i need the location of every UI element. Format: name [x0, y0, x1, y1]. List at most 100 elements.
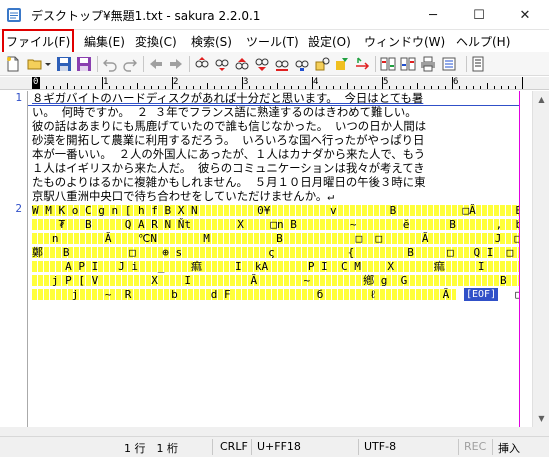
ruler-tick — [193, 86, 194, 89]
ruler-tick — [137, 83, 138, 89]
binary-line: j P [ V X I Ă ~ 鄕 g G B T P O — [32, 273, 520, 288]
menu-file[interactable]: ファイル(F) — [1, 29, 75, 54]
ruler-tick — [144, 86, 145, 89]
menu-help[interactable]: ヘルプ(H) — [456, 33, 510, 50]
new-file-icon[interactable] — [5, 56, 21, 72]
ruler-tick — [319, 86, 320, 89]
minimize-button[interactable]: ─ — [410, 0, 456, 30]
ruler-tick — [326, 86, 327, 89]
redo-icon[interactable] — [122, 56, 138, 72]
line-ending[interactable]: CRLF — [220, 440, 248, 453]
search-previous-icon[interactable] — [194, 56, 210, 72]
jump-forward-icon[interactable] — [168, 56, 184, 72]
ruler-tick — [305, 86, 306, 89]
grep-icon[interactable] — [294, 56, 310, 72]
eof-marker: [EOF] — [464, 288, 499, 301]
binary-line: j ~ R b d F б ℓ Ă □B [EOF] — [32, 287, 520, 302]
menu-window[interactable]: ウィンドウ(W) — [364, 33, 445, 50]
ruler-label: 1 — [103, 77, 109, 87]
text-line: ８ギガバイトのハードディスクがあれば十分だと思います。 今日はとても暑 — [32, 91, 424, 105]
status-bar: 1 行 1 桁 CRLF U+FF18 UTF-8 REC 挿入 — [0, 436, 549, 457]
menu-bar: ファイル(F) 編集(E) 変換(C) 検索(S) ツール(T) 設定(O) ウ… — [0, 29, 549, 54]
save-as-icon[interactable] — [76, 56, 92, 72]
horizontal-scroll-band — [0, 427, 549, 436]
ruler-label: 3 — [243, 77, 249, 87]
ruler-tick — [249, 86, 250, 89]
column-ruler: 0 1 2 3 4 5 6 — [0, 77, 549, 90]
menu-edit[interactable]: 編集(E) — [84, 33, 125, 50]
cursor-line-underline — [28, 105, 520, 106]
ruler-label: 2 — [173, 77, 179, 87]
cursor-position: 1 行 1 桁 — [124, 442, 178, 455]
ruler-tick — [270, 86, 271, 89]
save-icon[interactable] — [56, 56, 72, 72]
ruler-tick — [151, 86, 152, 89]
insert-mode[interactable]: 挿入 — [498, 440, 520, 456]
menu-search[interactable]: 検索(S) — [191, 33, 232, 50]
encoding[interactable]: UTF-8 — [364, 440, 396, 453]
properties-icon[interactable] — [471, 56, 487, 72]
open-file-icon[interactable] — [27, 56, 43, 72]
scroll-down-arrow-icon[interactable]: ▼ — [533, 410, 549, 427]
menu-convert[interactable]: 変換(C) — [135, 33, 177, 50]
jump-back-icon[interactable] — [148, 56, 164, 72]
ruler-tick — [410, 86, 411, 89]
compare-icon[interactable] — [380, 56, 396, 72]
sakura-app-icon — [7, 8, 21, 22]
dropdown-icon[interactable] — [44, 56, 52, 72]
toolbar-separator — [189, 56, 190, 72]
wrap-column-guide — [519, 91, 520, 427]
ruler-tick — [207, 83, 208, 89]
ruler-tick — [291, 86, 292, 89]
ruler-tick — [172, 77, 173, 89]
ruler-label: 5 — [383, 77, 389, 87]
ruler-tick — [508, 86, 509, 89]
print-icon[interactable] — [420, 56, 436, 72]
maximize-button[interactable]: ☐ — [456, 0, 502, 30]
ruler-tick — [200, 86, 201, 89]
ruler-tick — [165, 86, 166, 89]
binary-line: W M K o C g n [ h f B X N 0¥ v B □Ă B — [32, 203, 520, 218]
ruler-tick — [256, 86, 257, 89]
status-separator — [212, 439, 213, 455]
window-title: デスクトップ¥無題1.txt - sakura 2.2.0.1 — [31, 9, 261, 23]
ruler-label: 4 — [313, 77, 319, 87]
jump-icon[interactable] — [354, 56, 370, 72]
text-line: たものよりはるかに複雑かもしれません。 ５月１０日月曜日の午後３時に東 — [32, 175, 426, 189]
ruler-tick — [452, 77, 453, 89]
ruler-tick — [466, 86, 467, 89]
settings-icon[interactable] — [441, 56, 457, 72]
toolbar — [0, 52, 549, 76]
replace-icon[interactable] — [254, 56, 270, 72]
ruler-label: 0 — [33, 77, 39, 87]
ruler-tick — [179, 86, 180, 89]
undo-icon[interactable] — [102, 56, 118, 72]
editor-area[interactable]: 1 2 ８ギガバイトのハードディスクがあれば十分だと思います。 今日はとても暑 … — [0, 91, 532, 427]
ruler-tick — [88, 86, 89, 89]
binary-line: A P I J i _ 痲 I kA P I C M X 痲 I B R — [32, 259, 520, 274]
toolbar-separator — [97, 56, 98, 72]
binary-text: ₮ B Q A R N Ňt X □n B ~ ĕ B , b □ — [32, 218, 520, 231]
outline-icon[interactable] — [334, 56, 350, 72]
menu-tools[interactable]: ツール(T) — [246, 33, 299, 50]
ruler-tick — [396, 86, 397, 89]
ruler-tick — [284, 86, 285, 89]
ruler-tick — [480, 86, 481, 89]
ruler-tick — [389, 86, 390, 89]
ruler-tick — [473, 86, 474, 89]
vertical-scrollbar[interactable]: ▲ ▼ — [532, 91, 549, 427]
tag-jump-icon[interactable] — [314, 56, 330, 72]
text-line: 砂漠を開拓して農業に利用するだろう。 いろいろな国へ行ったがやっぱり日 — [32, 133, 425, 147]
status-separator — [358, 439, 359, 455]
find-box-icon[interactable] — [274, 56, 290, 72]
close-button[interactable]: ✕ — [502, 0, 548, 30]
menu-settings[interactable]: 設定(O) — [308, 33, 351, 50]
ruler-tick — [340, 86, 341, 89]
diff-icon[interactable] — [400, 56, 416, 72]
char-code: U+FF18 — [257, 440, 301, 453]
search-icon[interactable] — [234, 56, 250, 72]
binary-line: ₮ B Q A R N Ňt X □n B ~ ĕ B , b □ — [32, 217, 520, 232]
scroll-up-arrow-icon[interactable]: ▲ — [533, 91, 549, 108]
binary-text: j ~ R b d F б ℓ Ă □B — [32, 288, 520, 301]
search-next-icon[interactable] — [214, 56, 230, 72]
